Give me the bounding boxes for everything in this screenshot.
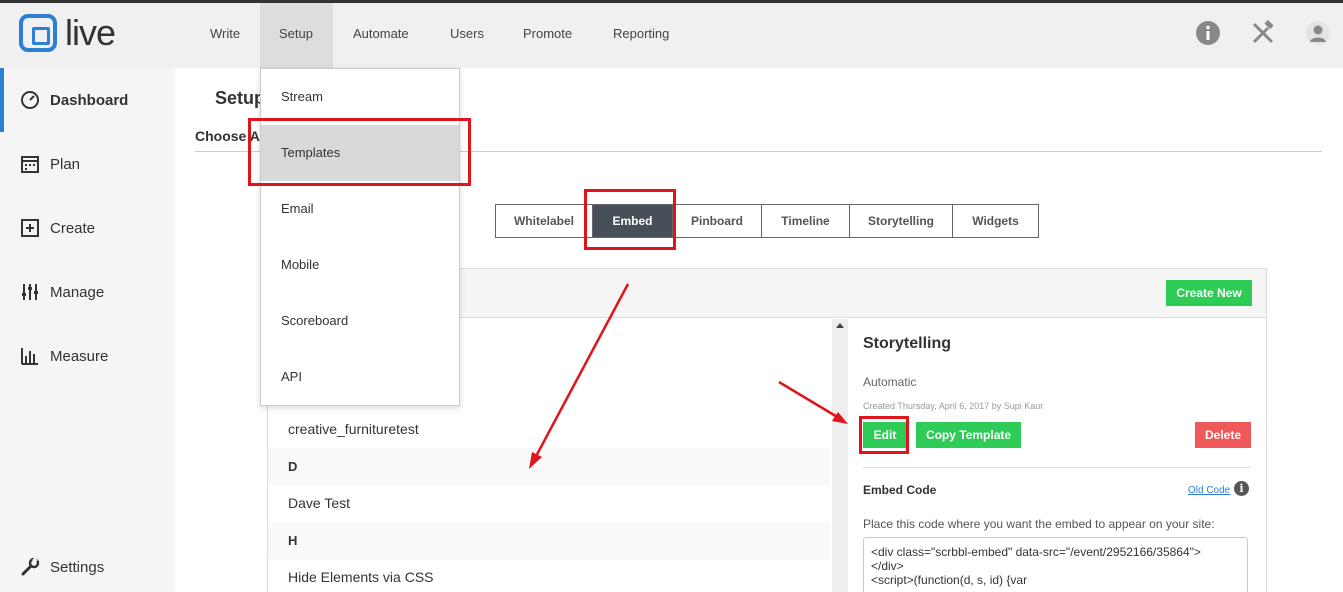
copy-template-button[interactable]: Copy Template (916, 422, 1021, 448)
delete-button[interactable]: Delete (1195, 422, 1251, 448)
sidebar-item-dashboard[interactable]: Dashboard (0, 68, 175, 132)
template-detail: Storytelling Automatic Created Thursday,… (848, 319, 1266, 592)
tab-embed[interactable]: Embed (593, 205, 673, 237)
sidebar-item-label: Plan (50, 155, 81, 173)
info-icon[interactable] (1195, 20, 1221, 46)
list-item[interactable]: creative_furnituretest (268, 411, 830, 448)
menu-item-email[interactable]: Email (261, 181, 459, 237)
calendar-icon (20, 154, 40, 174)
menu-item-stream[interactable]: Stream (261, 69, 459, 125)
old-code-link[interactable]: Old Code (1188, 485, 1230, 496)
nav-reporting[interactable]: Reporting (593, 3, 689, 68)
tab-pinboard[interactable]: Pinboard (673, 205, 762, 237)
sidebar-item-label: Manage (50, 283, 105, 301)
logo-icon (19, 14, 57, 52)
tab-whitelabel[interactable]: Whitelabel (496, 205, 593, 237)
menu-item-mobile[interactable]: Mobile (261, 237, 459, 293)
list-item[interactable]: Dave Test (268, 485, 830, 522)
nav-automate[interactable]: Automate (333, 3, 429, 68)
detail-title: Storytelling (863, 335, 952, 352)
menu-item-api[interactable]: API (261, 349, 459, 405)
bar-chart-icon (20, 346, 40, 366)
detail-subtitle: Automatic (863, 375, 917, 389)
list-scrollbar[interactable] (832, 319, 848, 592)
tab-widgets[interactable]: Widgets (953, 205, 1038, 237)
nav-setup[interactable]: Setup (260, 3, 333, 68)
nav-promote[interactable]: Promote (503, 3, 592, 68)
nav-users[interactable]: Users (430, 3, 504, 68)
sidebar: Dashboard Plan Create Manage Measure Set… (0, 68, 175, 592)
scroll-up-arrow-icon[interactable] (836, 323, 844, 328)
sidebar-item-label: Dashboard (50, 91, 129, 109)
sidebar-item-measure[interactable]: Measure (0, 324, 175, 388)
template-tabs: Whitelabel Embed Pinboard Timeline Story… (495, 204, 1039, 238)
setup-dropdown-menu: Stream Templates Email Mobile Scoreboard… (260, 68, 460, 406)
sidebar-item-plan[interactable]: Plan (0, 132, 175, 196)
user-icon[interactable] (1305, 20, 1331, 46)
tab-timeline[interactable]: Timeline (762, 205, 850, 237)
logo-text: live (65, 12, 116, 53)
choose-label: Choose A (195, 128, 260, 144)
edit-button[interactable]: Edit (863, 422, 907, 448)
tab-storytelling[interactable]: Storytelling (850, 205, 953, 237)
sidebar-item-label: Measure (50, 347, 109, 365)
wrench-icon (20, 557, 40, 577)
create-new-button[interactable]: Create New (1166, 280, 1252, 306)
embed-code-label: Embed Code (863, 483, 937, 497)
list-section-header: D (268, 448, 830, 485)
page-title: Setup (215, 88, 266, 108)
divider (863, 467, 1251, 468)
sidebar-item-label: Settings (50, 558, 105, 576)
nav-write[interactable]: Write (190, 3, 260, 68)
list-item[interactable]: Hide Elements via CSS (268, 559, 830, 592)
menu-item-templates[interactable]: Templates (261, 125, 459, 181)
list-section-header: H (268, 522, 830, 559)
sidebar-item-label: Create (50, 219, 96, 237)
sidebar-item-manage[interactable]: Manage (0, 260, 175, 324)
embed-instructions: Place this code where you want the embed… (863, 517, 1215, 531)
logo[interactable]: live (19, 12, 116, 53)
sidebar-item-create[interactable]: Create (0, 196, 175, 260)
menu-item-scoreboard[interactable]: Scoreboard (261, 293, 459, 349)
detail-meta: Created Thursday, April 6, 2017 by Supi … (863, 401, 1044, 411)
info-icon[interactable]: i (1234, 481, 1249, 496)
tools-icon[interactable] (1250, 20, 1276, 46)
sliders-icon (20, 282, 40, 302)
embed-code-box[interactable]: <div class="scrbbl-embed" data-src="/eve… (863, 537, 1248, 592)
plus-square-icon (20, 218, 40, 238)
gauge-icon (20, 90, 40, 110)
sidebar-item-settings[interactable]: Settings (0, 535, 175, 592)
